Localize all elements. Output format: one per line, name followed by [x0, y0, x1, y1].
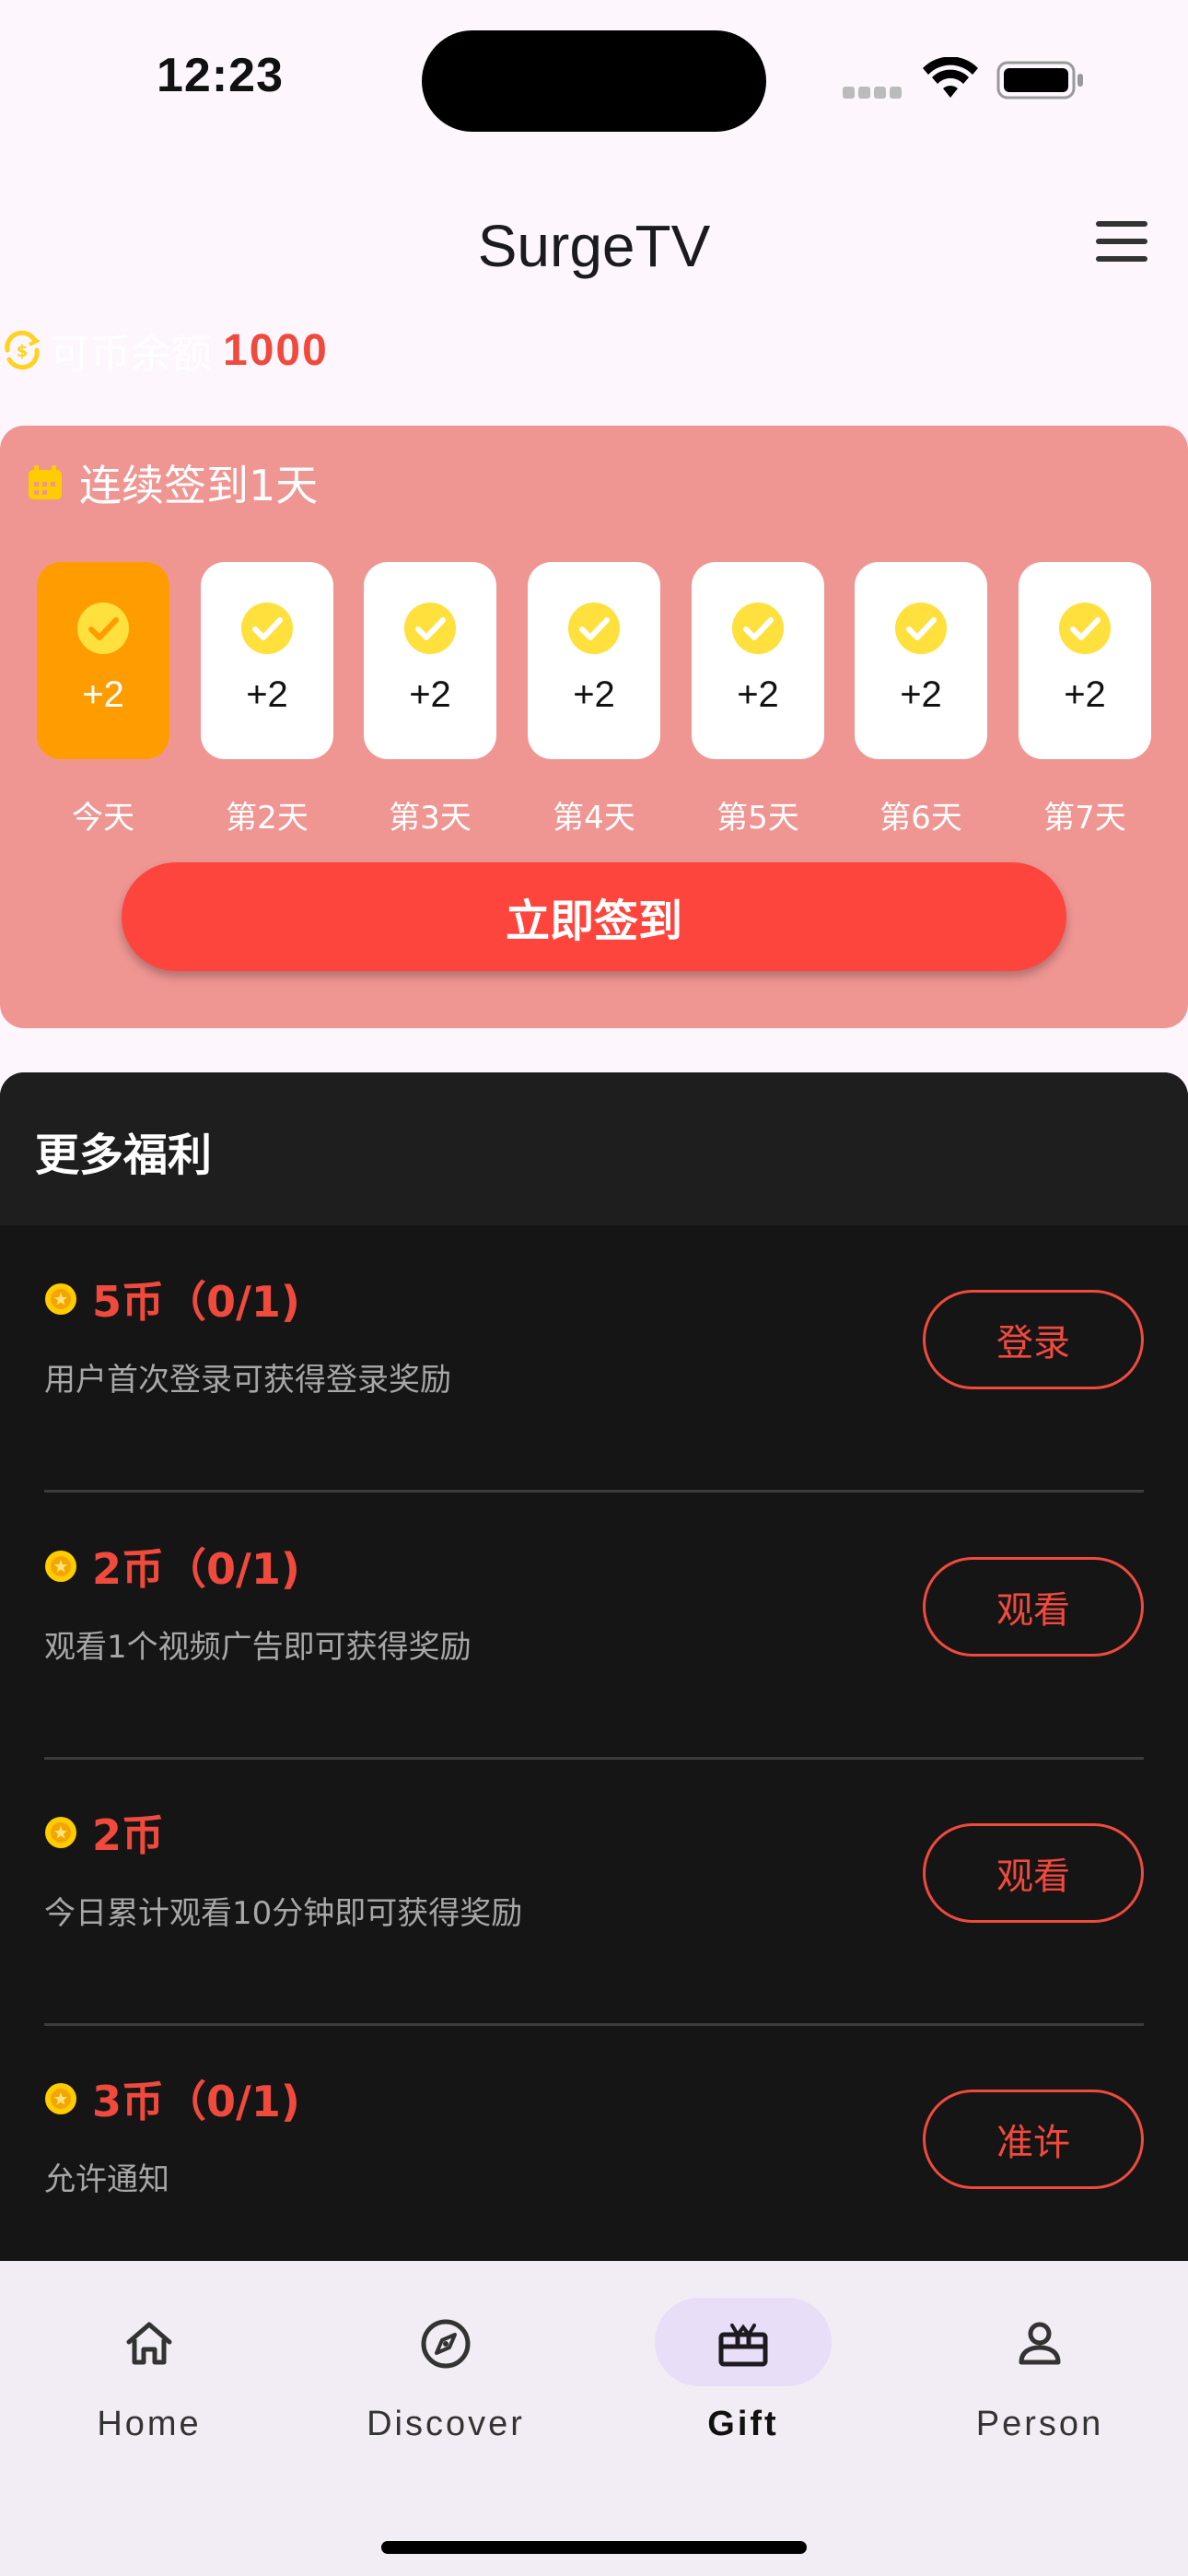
menu-icon[interactable] — [1096, 221, 1147, 262]
balance-value: 1000 — [223, 325, 329, 375]
day-points: +2 — [409, 674, 451, 715]
task-description: 允许通知 — [44, 2161, 169, 2198]
cellular-signal-icon — [843, 85, 907, 99]
day-label: 第6天 — [879, 800, 962, 837]
bottom-navigation: Home Discover Gift Person — [0, 2261, 1188, 2576]
compass-icon — [421, 2319, 471, 2369]
check-circle-icon — [241, 603, 293, 654]
nav-item-person[interactable]: Person — [859, 2298, 1156, 2454]
day-box: +2 — [364, 562, 496, 759]
app-header: SurgeTV — [0, 184, 1188, 304]
day-label: 第5天 — [716, 800, 799, 837]
app-title: SurgeTV — [477, 213, 711, 279]
task-item: 5币（0/1) 用户首次登录可获得登录奖励 登录 — [44, 1225, 1144, 1493]
day-points: +2 — [1064, 674, 1106, 715]
day-item[interactable]: +2 第3天 — [364, 562, 496, 837]
checkin-button[interactable]: 立即签到 — [122, 862, 1066, 971]
check-circle-icon — [732, 603, 784, 654]
task-description: 今日累计观看10分钟即可获得奖励 — [44, 1895, 523, 1932]
day-points: +2 — [900, 674, 942, 715]
calendar-icon — [29, 465, 62, 499]
day-box: +2 — [37, 562, 169, 759]
task-description: 观看1个视频广告即可获得奖励 — [44, 1629, 472, 1666]
task-reward: 2币 — [92, 1810, 165, 1860]
task-reward: 5币（0/1) — [92, 1277, 300, 1327]
status-time: 12:23 — [157, 49, 284, 102]
task-head: 2币 — [44, 1803, 164, 1862]
day-item[interactable]: +2 今天 — [37, 562, 169, 837]
checkin-card: 连续签到1天 +2 今天 +2 第2天 +2 第3天 +2 第4天 +2 第5天… — [0, 426, 1188, 1028]
task-description: 用户首次登录可获得登录奖励 — [44, 1362, 451, 1399]
coin-refresh-icon: $ — [5, 330, 41, 370]
day-item[interactable]: +2 第4天 — [528, 562, 660, 837]
dynamic-island — [422, 30, 766, 132]
gift-icon — [718, 2324, 768, 2367]
day-points: +2 — [82, 674, 124, 715]
day-item[interactable]: +2 第6天 — [855, 562, 987, 837]
task-head: 3币（0/1) — [44, 2069, 300, 2128]
day-points: +2 — [737, 674, 779, 715]
allow-notifications-button[interactable]: 准许 — [923, 2090, 1144, 2189]
day-box: +2 — [692, 562, 824, 759]
task-item: 3币（0/1) 允许通知 准许 — [44, 2025, 1144, 2261]
coin-icon — [45, 1283, 76, 1315]
day-label: 第2天 — [226, 800, 309, 837]
coin-balance: $ 可币余额 1000 — [0, 321, 329, 380]
nav-label: Person — [975, 2405, 1104, 2443]
benefits-header: 更多福利 — [0, 1072, 1188, 1225]
task-head: 5币（0/1) — [44, 1270, 300, 1329]
login-button[interactable]: 登录 — [923, 1290, 1144, 1389]
day-item[interactable]: +2 第7天 — [1019, 562, 1151, 837]
home-indicator[interactable] — [381, 2541, 807, 2554]
svg-text:$: $ — [17, 342, 29, 361]
balance-label: 可币余额 — [50, 331, 212, 378]
check-circle-icon — [404, 603, 456, 654]
check-circle-icon — [895, 603, 947, 654]
benefits-title: 更多福利 — [35, 1130, 213, 1181]
day-label: 第7天 — [1043, 800, 1126, 837]
status-bar: 12:23 — [0, 0, 1188, 157]
home-icon — [126, 2322, 172, 2365]
day-label: 第3天 — [389, 800, 472, 837]
day-box: +2 — [201, 562, 333, 759]
task-head: 2币（0/1) — [44, 1537, 300, 1596]
day-label: 第4天 — [553, 800, 635, 837]
check-circle-icon — [568, 603, 620, 654]
nav-item-home[interactable]: Home — [0, 2298, 265, 2454]
streak-text: 连续签到1天 — [79, 461, 319, 510]
coin-icon — [45, 1551, 76, 1582]
day-box: +2 — [1019, 562, 1151, 759]
day-points: +2 — [246, 674, 288, 715]
watch-time-button[interactable]: 观看 — [923, 1823, 1144, 1923]
task-reward: 2币（0/1) — [92, 1544, 300, 1594]
coin-icon — [45, 1817, 76, 1848]
coin-icon — [45, 2083, 76, 2114]
task-item: 2币 今日累计观看10分钟即可获得奖励 观看 — [44, 1759, 1144, 2026]
wifi-icon — [923, 57, 978, 98]
battery-icon — [996, 61, 1083, 100]
check-circle-icon — [77, 603, 129, 654]
day-label: 今天 — [72, 800, 134, 837]
check-circle-icon — [1059, 603, 1111, 654]
nav-item-gift[interactable]: Gift — [563, 2298, 859, 2454]
day-item[interactable]: +2 第5天 — [692, 562, 824, 837]
day-points: +2 — [573, 674, 615, 715]
task-item: 2币（0/1) 观看1个视频广告即可获得奖励 观看 — [44, 1493, 1144, 1760]
day-item[interactable]: +2 第2天 — [201, 562, 333, 837]
checkin-days: +2 今天 +2 第2天 +2 第3天 +2 第4天 +2 第5天 +2 第6天… — [37, 562, 1160, 837]
streak: 连续签到1天 — [26, 453, 318, 512]
nav-item-discover[interactable]: Discover — [265, 2298, 562, 2454]
benefits-panel: 更多福利 5币（0/1) 用户首次登录可获得登录奖励 登录 2币（0/1) 观看… — [0, 1072, 1188, 2261]
task-reward: 3币（0/1) — [92, 2077, 300, 2126]
day-box: +2 — [528, 562, 660, 759]
watch-ad-button[interactable]: 观看 — [923, 1557, 1144, 1657]
day-box: +2 — [855, 562, 987, 759]
person-icon — [1019, 2322, 1061, 2365]
